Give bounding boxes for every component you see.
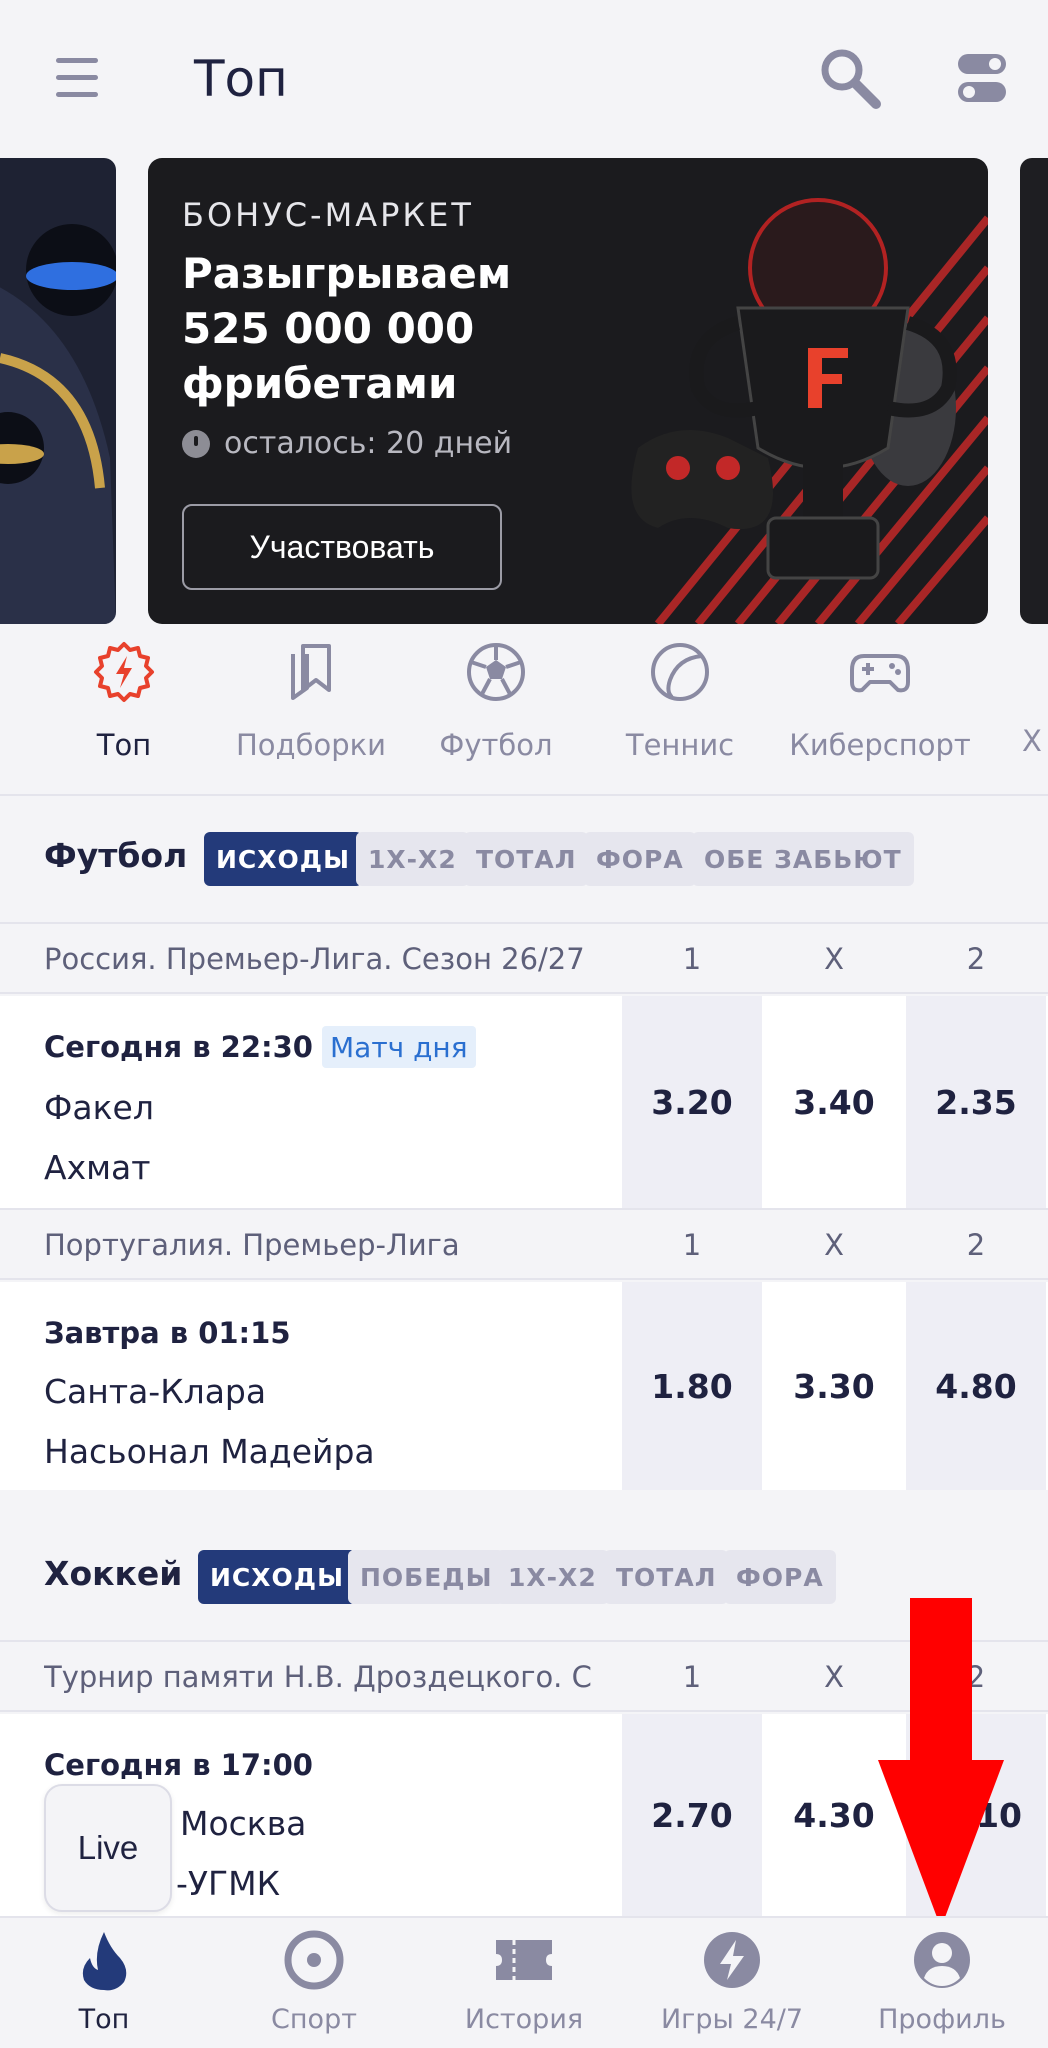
target-icon xyxy=(284,1930,344,1990)
promo-banner-next[interactable] xyxy=(1020,158,1048,624)
odd-draw[interactable]: 3.40 xyxy=(764,996,904,1208)
chip-outcomes[interactable]: ИСХОДЫ xyxy=(204,832,362,886)
chip-total[interactable]: ТОТАЛ xyxy=(464,832,589,886)
ticket-icon xyxy=(496,1940,552,1980)
trophy-art-icon xyxy=(631,198,988,624)
team-away: Ахмат xyxy=(44,1148,151,1187)
section-title: Хоккей xyxy=(44,1554,183,1593)
col-away: 2 xyxy=(966,1228,986,1262)
nav-label: Спорт xyxy=(271,2004,357,2035)
match-time: Сегодня в 17:00 xyxy=(44,1748,313,1782)
col-home: 1 xyxy=(682,942,702,976)
banner-kicker: БОНУС-МАРКЕТ xyxy=(182,196,474,234)
chip-both-score[interactable]: ОБЕ ЗАБЬЮТ xyxy=(692,832,914,886)
chip-double-chance[interactable]: 1Х-Х2 xyxy=(496,1550,609,1604)
participate-button[interactable]: Участвовать xyxy=(182,504,502,590)
tab-label: Х xyxy=(1022,724,1042,758)
match-time: Сегодня в 22:30 xyxy=(44,1030,313,1064)
tab-label: Киберспорт xyxy=(789,728,971,762)
col-home: 1 xyxy=(682,1660,702,1694)
nav-sport[interactable]: Спорт xyxy=(214,1928,414,2035)
chip-wins[interactable]: ПОБЕДЫ xyxy=(348,1550,505,1604)
odd-home[interactable]: 1.80 xyxy=(622,1282,762,1490)
bottom-navigation: Топ Спорт История Игры 24/7 Профиль xyxy=(0,1916,1048,2048)
nav-profile[interactable]: Профиль xyxy=(842,1928,1042,2035)
odd-home[interactable]: 2.70 xyxy=(622,1714,762,1916)
lightning-circle-icon xyxy=(704,1932,760,1988)
chip-outcomes[interactable]: ИСХОДЫ xyxy=(198,1550,356,1604)
odd-draw[interactable]: 3.30 xyxy=(764,1282,904,1490)
settings-toggle-icon[interactable] xyxy=(958,52,1006,104)
nav-games[interactable]: Игры 24/7 xyxy=(632,1928,832,2035)
bookmarks-icon xyxy=(291,644,331,700)
league-row: Португалия. Премьер-Лига 1 X 2 xyxy=(0,1208,1048,1280)
match-time: Завтра в 01:15 xyxy=(44,1316,291,1350)
league-name: Португалия. Премьер-Лига xyxy=(44,1228,460,1262)
team-away: -УГМК xyxy=(176,1864,281,1903)
odd-home[interactable]: 3.20 xyxy=(622,996,762,1208)
tab-label: Футбол xyxy=(439,728,553,762)
search-icon[interactable] xyxy=(818,46,882,110)
banner-title: Разыгрываем 525 000 000 фрибетами xyxy=(182,249,512,408)
league-name: Россия. Премьер-Лига. Сезон 26/27 xyxy=(44,942,585,976)
nav-label: Профиль xyxy=(878,2004,1006,2035)
league-name: Турнир памяти Н.В. Дроздецкого. С xyxy=(44,1660,592,1694)
arrow-down-icon xyxy=(878,1598,1004,1928)
top-bar: Топ xyxy=(0,0,1048,160)
match-of-day-badge: Матч дня xyxy=(322,1026,476,1068)
football-section-header: Футбол ИСХОДЫ 1Х-Х2 ТОТАЛ ФОРА ОБЕ ЗАБЬЮ… xyxy=(0,796,1048,922)
tab-label: Теннис xyxy=(625,728,735,762)
controller-art-icon xyxy=(0,224,116,624)
tab-esports[interactable]: Киберспорт xyxy=(780,640,980,762)
col-away: 2 xyxy=(966,942,986,976)
tab-label: Топ xyxy=(96,728,152,762)
banner-timer-text: осталось: 20 дней xyxy=(224,426,513,461)
section-title: Футбол xyxy=(44,836,188,875)
chip-double-chance[interactable]: 1Х-Х2 xyxy=(356,832,469,886)
menu-icon[interactable] xyxy=(56,58,98,98)
nav-label: Игры 24/7 xyxy=(660,2004,804,2035)
nav-top[interactable]: Топ xyxy=(4,1928,204,2035)
col-draw: X xyxy=(824,942,844,976)
tab-top[interactable]: Топ xyxy=(64,640,184,762)
tab-football[interactable]: Футбол xyxy=(426,640,566,762)
match-row[interactable]: Завтра в 01:15 Санта-Клара Насьонал Маде… xyxy=(0,1282,1048,1490)
soccer-ball-icon xyxy=(467,643,525,701)
flash-gear-icon xyxy=(94,642,154,702)
user-icon xyxy=(914,1932,970,1988)
chip-handicap[interactable]: ФОРА xyxy=(584,832,696,886)
category-tabs: Топ Подборки Футбол Теннис Киберспорт Х xyxy=(0,640,1048,792)
tab-collections[interactable]: Подборки xyxy=(226,640,396,762)
page-title: Топ xyxy=(194,50,288,108)
promo-banner-previous[interactable] xyxy=(0,158,116,624)
flame-icon xyxy=(82,1932,127,1991)
col-draw: X xyxy=(824,1660,844,1694)
chip-handicap[interactable]: ФОРА xyxy=(724,1550,836,1604)
league-row: Россия. Премьер-Лига. Сезон 26/27 1 X 2 xyxy=(0,922,1048,994)
col-home: 1 xyxy=(682,1228,702,1262)
odd-away[interactable]: 2.35 xyxy=(906,996,1046,1208)
nav-history[interactable]: История xyxy=(424,1928,624,2035)
nav-label: История xyxy=(464,2004,584,2035)
tab-partial[interactable]: Х xyxy=(1022,640,1048,758)
tab-tennis[interactable]: Теннис xyxy=(610,640,750,762)
odd-away[interactable]: 4.80 xyxy=(906,1282,1046,1490)
live-button[interactable]: Live xyxy=(44,1784,172,1912)
gamepad-icon xyxy=(850,654,910,693)
team-away: Насьонал Мадейра xyxy=(44,1432,375,1471)
col-draw: X xyxy=(824,1228,844,1262)
team-home: Санта-Клара xyxy=(44,1372,267,1411)
match-row[interactable]: Сегодня в 22:30 Матч дня Факел Ахмат 3.2… xyxy=(0,996,1048,1208)
clock-icon xyxy=(182,429,210,458)
promo-banner-bonus-market[interactable]: БОНУС-МАРКЕТ Разыгрываем 525 000 000 фри… xyxy=(148,158,988,624)
team-home: Москва xyxy=(180,1804,307,1843)
chip-total[interactable]: ТОТАЛ xyxy=(604,1550,729,1604)
team-home: Факел xyxy=(44,1088,154,1127)
tab-label: Подборки xyxy=(236,728,386,762)
banner-timer: осталось: 20 дней xyxy=(182,426,512,461)
tennis-ball-icon xyxy=(651,643,709,701)
nav-label: Топ xyxy=(78,2004,130,2035)
